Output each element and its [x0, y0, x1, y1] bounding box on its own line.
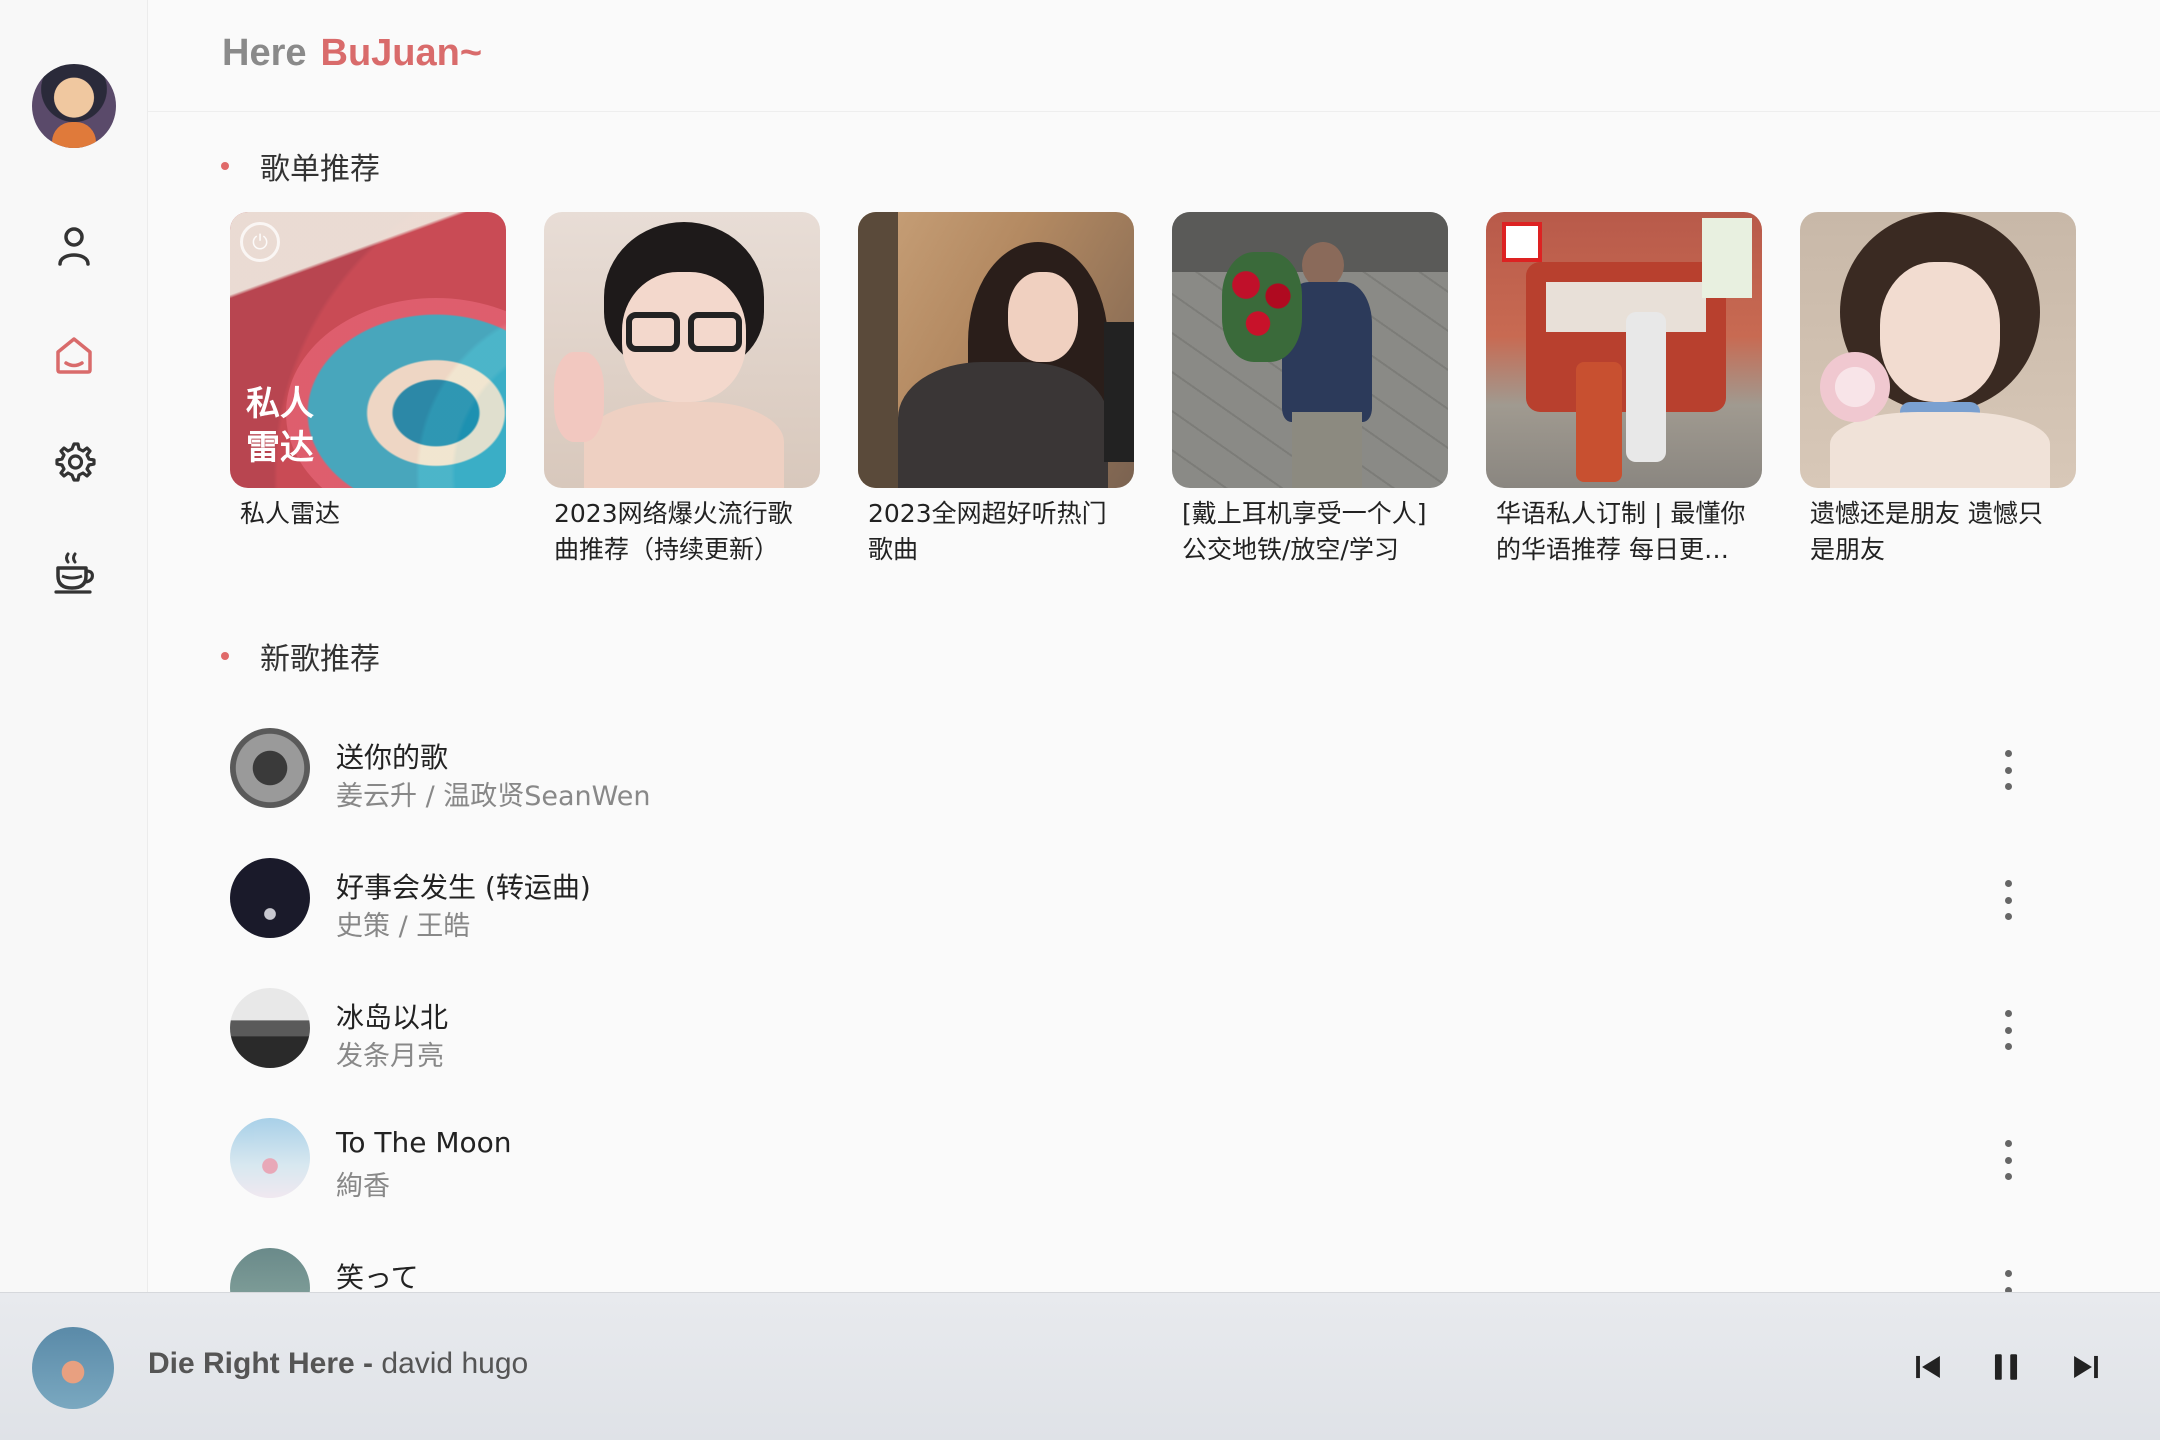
sidebar [0, 0, 148, 1292]
cover-text: 私人 雷达 [246, 384, 314, 468]
now-playing-artist: david hugo [381, 1347, 529, 1380]
greeting-text: Here [222, 32, 307, 74]
sidebar-item-profile[interactable] [46, 218, 102, 274]
song-row[interactable]: 好事会发生 (转运曲) 史策 / 王皓 [230, 856, 2050, 986]
pause-icon [1994, 1354, 2018, 1380]
song-row[interactable]: To The Moon 絢香 [230, 1116, 2050, 1246]
song-artist: 史策 / 王皓 [336, 911, 471, 942]
playlist-title[interactable]: 遗憾还是朋友 遗憾只是朋友 [1800, 496, 2076, 568]
skip-back-icon [1916, 1355, 1940, 1379]
playlist-cover[interactable] [858, 212, 1134, 488]
song-artist: 姜云升 / 温政贤SeanWen [336, 781, 651, 812]
user-icon [58, 227, 90, 266]
sidebar-item-settings[interactable] [46, 434, 102, 490]
playlist-title[interactable]: [戴上耳机享受一个人]公交地铁/放空/学习 [1172, 496, 1448, 568]
now-playing-cover[interactable] [32, 1327, 114, 1409]
song-title: 笑って [336, 1261, 419, 1294]
song-title: To The Moon [336, 1126, 512, 1159]
player-bar: Die Right Here - david hugo [0, 1292, 2160, 1440]
next-button[interactable] [2062, 1343, 2110, 1391]
playlist-cards: ⏻ 私人 雷达 私人雷达 2023网络爆火流行歌曲推荐（持续更新） 2023全网… [230, 212, 2076, 568]
playlist-card[interactable]: ⏻ 私人 雷达 私人雷达 [230, 212, 506, 568]
song-cover [230, 988, 310, 1068]
song-row[interactable]: 送你的歌 姜云升 / 温政贤SeanWen [230, 726, 2050, 856]
playlist-cover[interactable]: ⏻ 私人 雷达 [230, 212, 506, 488]
more-options-icon[interactable] [1998, 1140, 2018, 1180]
song-cover [230, 1118, 310, 1198]
songs-section-title: 新歌推荐 [221, 634, 380, 678]
playlist-cover[interactable] [1172, 212, 1448, 488]
playlist-card[interactable]: 2023网络爆火流行歌曲推荐（持续更新） [544, 212, 820, 568]
song-row[interactable]: 冰岛以北 发条月亮 [230, 986, 2050, 1116]
playlist-card[interactable]: 华语私人订制 | 最懂你的华语推荐 每日更新35首 [1486, 212, 1762, 568]
playlist-cover[interactable] [1800, 212, 2076, 488]
home-icon [56, 337, 92, 374]
username: BuJuan~ [320, 32, 483, 74]
now-playing-song: Die Right Here [148, 1347, 355, 1380]
playlists-section-title: 歌单推荐 [221, 144, 380, 188]
playlist-card[interactable]: [戴上耳机享受一个人]公交地铁/放空/学习 [1172, 212, 1448, 568]
playlist-title[interactable]: 私人雷达 [230, 496, 506, 532]
netease-logo-icon: ⏻ [240, 222, 280, 262]
playlist-title[interactable]: 2023全网超好听热门歌曲 [858, 496, 1134, 568]
greeting: Here BuJuan~ [222, 32, 482, 75]
playlist-card[interactable]: 2023全网超好听热门歌曲 [858, 212, 1134, 568]
song-artist: 絢香 [336, 1171, 390, 1202]
playlist-card[interactable]: 遗憾还是朋友 遗憾只是朋友 [1800, 212, 2076, 568]
more-options-icon[interactable] [1998, 750, 2018, 790]
playlist-title[interactable]: 2023网络爆火流行歌曲推荐（持续更新） [544, 496, 820, 568]
now-playing-separator: - [354, 1347, 382, 1380]
coffee-icon [54, 552, 94, 594]
song-title: 好事会发生 (转运曲) [336, 871, 591, 904]
song-title: 送你的歌 [336, 741, 449, 774]
song-cover [230, 728, 310, 808]
song-title: 冰岛以北 [336, 1001, 449, 1034]
skip-forward-icon [2074, 1355, 2098, 1379]
songs-section-label: 新歌推荐 [260, 642, 380, 677]
now-playing-title[interactable]: Die Right Here - david hugo [148, 1347, 528, 1381]
playlist-cover[interactable] [1486, 212, 1762, 488]
more-options-icon[interactable] [1998, 880, 2018, 920]
app-window: Here BuJuan~ 歌单推荐 ⏻ 私人 雷达 私人雷达 2023网络爆火流… [0, 0, 2160, 1440]
playlists-section-label: 歌单推荐 [260, 152, 380, 187]
more-options-icon[interactable] [1998, 1010, 2018, 1050]
song-artist: 发条月亮 [336, 1041, 444, 1072]
song-list: 送你的歌 姜云升 / 温政贤SeanWen 好事会发生 (转运曲) 史策 / 王… [230, 726, 2050, 1376]
sidebar-item-coffee[interactable] [46, 544, 102, 600]
sidebar-item-home[interactable] [46, 326, 102, 382]
user-avatar[interactable] [32, 64, 116, 148]
song-cover [230, 858, 310, 938]
playlist-cover[interactable] [544, 212, 820, 488]
header: Here BuJuan~ [148, 0, 2160, 112]
pause-button[interactable] [1982, 1343, 2030, 1391]
previous-button[interactable] [1904, 1343, 1952, 1391]
gear-icon [55, 442, 96, 482]
playlist-title[interactable]: 华语私人订制 | 最懂你的华语推荐 每日更新35首 [1486, 496, 1762, 568]
